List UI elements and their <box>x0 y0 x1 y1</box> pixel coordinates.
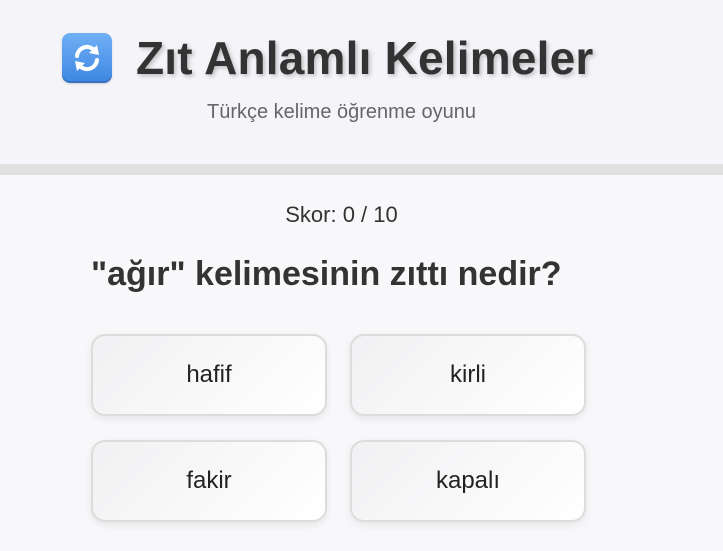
answer-option-kirli[interactable]: kirli <box>350 334 586 416</box>
header-divider <box>0 164 723 175</box>
page-title: Zıt Anlamlı Kelimeler <box>136 32 594 84</box>
score-text: Skor: 0 / 10 <box>285 202 398 227</box>
answer-option-hafif[interactable]: hafif <box>91 334 327 416</box>
answer-option-fakir[interactable]: fakir <box>91 440 327 522</box>
title-row: Zıt Anlamlı Kelimeler <box>62 30 594 86</box>
page-subtitle: Türkçe kelime öğrenme oyunu <box>206 101 476 123</box>
question-text: "ağır" kelimesinin zıttı nedir? <box>91 255 562 293</box>
game-area: Skor: 0 / 10 "ağır" kelimesinin zıttı ne… <box>0 175 723 551</box>
counterclockwise-arrows-icon <box>62 33 112 83</box>
header: Zıt Anlamlı Kelimeler Türkçe kelime öğre… <box>0 0 723 164</box>
answer-option-kapali[interactable]: kapalı <box>350 440 586 522</box>
